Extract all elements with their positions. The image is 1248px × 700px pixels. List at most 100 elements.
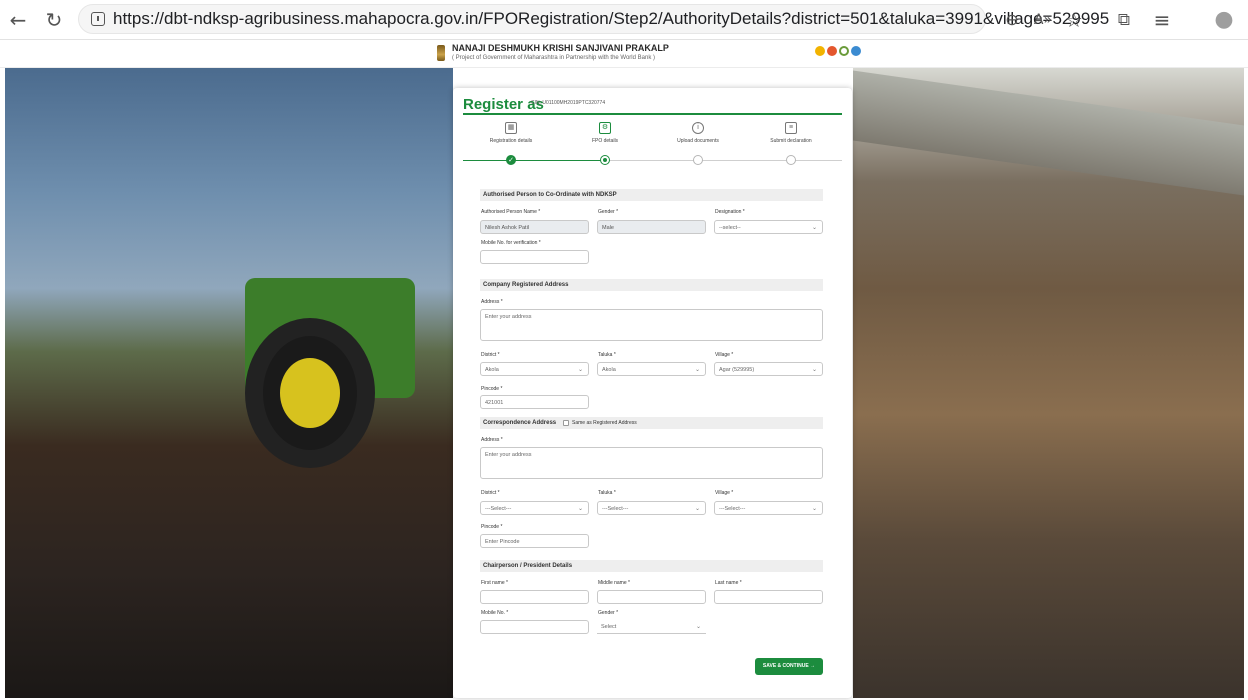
chevron-down-icon: ⌄	[811, 225, 817, 231]
section-authorised-person: Authorised Person to Co-Ordinate with ND…	[480, 189, 823, 201]
chevron-down-icon: ⌄	[577, 367, 583, 373]
partner-logos	[815, 46, 861, 56]
registered-pincode-input[interactable]: 421001	[480, 395, 589, 409]
chair-first-name-input[interactable]	[480, 590, 589, 604]
chair-last-name-label: Last name *	[715, 580, 742, 586]
correspondence-district-label: District *	[481, 490, 500, 496]
chevron-down-icon: ⌄	[577, 506, 583, 512]
favorite-star-icon[interactable]: ☆	[1062, 8, 1086, 32]
same-as-registered-label[interactable]: Same as Registered Address	[572, 420, 637, 426]
address-bar[interactable]: https://dbt-ndksp-agribusiness.mahapocra…	[78, 4, 1109, 34]
step-registration-details: ▦ Registration details	[476, 118, 546, 144]
warehouse-photo	[853, 68, 1244, 698]
chair-gender-select[interactable]: Select ⌄	[597, 620, 706, 634]
correspondence-pincode-label: Pincode *	[481, 524, 503, 530]
correspondence-address-label: Address *	[481, 437, 503, 443]
extensions-icon[interactable]: ⧉	[1112, 8, 1136, 32]
step-label: Upload documents	[677, 138, 719, 144]
chevron-down-icon: ⌄	[694, 367, 700, 373]
correspondence-district-value: ---Select---	[485, 506, 512, 512]
registered-district-value: Akola	[485, 367, 499, 373]
browser-toolbar: ← ↻ https://dbt-ndksp-agribusiness.mahap…	[0, 0, 1248, 40]
step-fpo-details: ⚙ FPO details	[570, 118, 640, 144]
chair-mobile-input[interactable]	[480, 620, 589, 634]
step-label: FPO details	[591, 138, 619, 144]
step-label: Submit declaration	[770, 138, 812, 144]
chair-gender-value: Select	[601, 624, 617, 630]
same-as-registered-checkbox[interactable]	[563, 420, 569, 426]
authorised-name-field[interactable]: Nilesh Ashok Patil	[480, 220, 589, 234]
title-divider	[463, 113, 842, 115]
registered-taluka-select[interactable]: Akola ⌄	[597, 362, 706, 376]
step-submit-declaration: ≡ Submit declaration	[756, 118, 826, 144]
designation-value: --select--	[719, 225, 741, 231]
farmer-tractor-photo	[5, 68, 453, 698]
profile-avatar-icon[interactable]: ●	[1212, 8, 1236, 32]
step-complete-check-icon: ✓	[506, 155, 516, 165]
registration-icon: ▦	[505, 122, 517, 134]
partner-logo-icon	[827, 46, 837, 56]
registered-address-label: Address *	[481, 299, 503, 305]
partner-logo-icon	[815, 46, 825, 56]
registered-taluka-value: Akola	[602, 367, 616, 373]
section-correspondence-address: Correspondence Address	[480, 417, 823, 429]
correspondence-village-select[interactable]: ---Select--- ⌄	[714, 501, 823, 515]
lock-icon[interactable]	[91, 12, 105, 26]
section-chairperson-details: Chairperson / President Details	[480, 560, 823, 572]
chair-middle-name-input[interactable]	[597, 590, 706, 604]
registered-village-label: Village *	[715, 352, 734, 358]
tractor-hub	[280, 358, 340, 428]
zoom-out-icon[interactable]: ⊖	[1000, 8, 1024, 32]
authorised-gender-field[interactable]: Male	[597, 220, 706, 234]
authorised-gender-label: Gender *	[598, 209, 619, 215]
site-subtitle: ( Project of Government of Maharashtra i…	[452, 55, 655, 61]
registered-address-input[interactable]: Enter your address	[480, 309, 823, 341]
save-continue-button[interactable]: SAVE & CONTINUE →	[755, 658, 823, 675]
progress-stepper: ▦ Registration details ⚙ FPO details i U…	[463, 118, 842, 168]
correspondence-district-select[interactable]: ---Select--- ⌄	[480, 501, 589, 515]
section-registered-address: Company Registered Address	[480, 279, 823, 291]
favorites-bar-icon[interactable]: ≡	[1150, 8, 1174, 32]
mobile-verification-label: Mobile No. for verification *	[481, 240, 541, 246]
chevron-down-icon: ⌄	[695, 624, 701, 630]
designation-label: Designation *	[715, 209, 745, 215]
document-icon: ≡	[785, 122, 797, 134]
partner-logo-icon	[851, 46, 861, 56]
registered-village-select[interactable]: Agar (529995) ⌄	[714, 362, 823, 376]
chair-middle-name-label: Middle name *	[598, 580, 630, 586]
registered-village-value: Agar (529995)	[719, 367, 755, 373]
registered-district-label: District *	[481, 352, 500, 358]
chair-first-name-label: First name *	[481, 580, 508, 586]
correspondence-address-input[interactable]: Enter your address	[480, 447, 823, 479]
correspondence-taluka-label: Taluka *	[598, 490, 616, 496]
reload-icon[interactable]: ↻	[42, 8, 66, 32]
chair-mobile-label: Mobile No. *	[481, 610, 509, 616]
chevron-down-icon: ⌄	[811, 367, 817, 373]
url-text[interactable]: https://dbt-ndksp-agribusiness.mahapocra…	[113, 9, 1109, 29]
chevron-down-icon: ⌄	[811, 506, 817, 512]
site-title: NANAJI DESHMUKH KRISHI SANJIVANI PRAKALP	[452, 43, 669, 53]
step-label: Registration details	[489, 138, 533, 144]
correspondence-pincode-input[interactable]: Enter Pincode	[480, 534, 589, 548]
back-icon[interactable]: ←	[6, 8, 30, 32]
correspondence-taluka-select[interactable]: ---Select--- ⌄	[597, 501, 706, 515]
registered-pincode-label: Pincode *	[481, 386, 503, 392]
correspondence-heading: Correspondence Address	[483, 420, 557, 426]
registered-district-select[interactable]: Akola ⌄	[480, 362, 589, 376]
step-pending-dot	[786, 155, 796, 165]
mobile-verification-input[interactable]	[480, 250, 589, 264]
correspondence-taluka-value: ---Select---	[602, 506, 629, 512]
step-upload-documents: i Upload documents	[663, 118, 733, 144]
step-pending-dot	[693, 155, 703, 165]
partner-logo-icon	[839, 46, 849, 56]
step-current-dot	[600, 155, 610, 165]
chair-last-name-input[interactable]	[714, 590, 823, 604]
cin-text: CIN: U01100MH2019PTC320774	[531, 100, 606, 106]
correspondence-village-value: ---Select---	[719, 506, 746, 512]
state-emblem-icon	[437, 45, 445, 61]
registration-card: Register as CIN: U01100MH2019PTC320774 ▦…	[453, 88, 852, 698]
designation-select[interactable]: --select-- ⌄	[714, 220, 823, 234]
warehouse-roof	[853, 70, 1244, 196]
correspondence-village-label: Village *	[715, 490, 734, 496]
read-aloud-icon[interactable]: A»	[1031, 8, 1055, 32]
